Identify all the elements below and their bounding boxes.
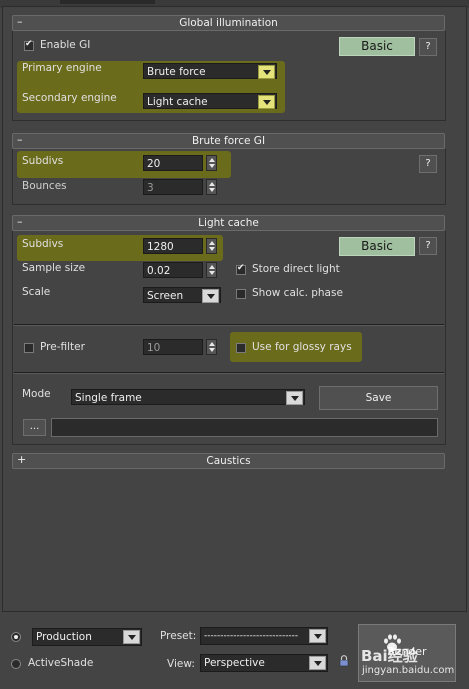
show-calc-phase-label: Show calc. phase	[252, 287, 343, 299]
mode-value: Single frame	[75, 392, 142, 404]
lc-help-button[interactable]: ?	[419, 237, 437, 255]
collapse-icon: –	[17, 133, 23, 146]
primary-engine-label: Primary engine	[22, 62, 102, 74]
top-strip-bar	[60, 0, 155, 4]
preset-label: Preset:	[160, 630, 197, 642]
watermark-brand: Bai经验	[361, 647, 418, 665]
collapse-icon: –	[17, 215, 23, 228]
activeshade-radio[interactable]	[11, 659, 21, 669]
browse-button[interactable]: ...	[23, 419, 46, 436]
bf-subdivs-value: 20	[147, 158, 161, 170]
lc-subdivs-spin-arrows[interactable]	[206, 238, 217, 254]
chevron-down-icon	[258, 65, 275, 79]
lc-subdivs-spinner[interactable]: 1280	[143, 238, 203, 254]
production-value: Production	[36, 631, 92, 643]
rollout-title: Global illumination	[179, 17, 278, 29]
divider	[14, 372, 444, 374]
scale-value: Screen	[147, 290, 184, 302]
rollout-caustics[interactable]: + Caustics	[12, 453, 445, 469]
enable-gi-checkbox[interactable]	[24, 39, 34, 51]
primary-engine-value: Brute force	[147, 66, 206, 78]
preset-dropdown[interactable]: -----------------------------	[200, 627, 328, 645]
secondary-engine-dropdown[interactable]: Light cache	[143, 93, 277, 109]
scale-dropdown[interactable]: Screen	[143, 287, 221, 303]
chevron-down-icon	[309, 629, 326, 643]
gi-basic-button[interactable]: Basic	[339, 37, 415, 56]
watermark-url: jingyan.baidu.com	[362, 665, 455, 676]
secondary-engine-label: Secondary engine	[22, 92, 117, 104]
divider	[14, 324, 444, 326]
chevron-down-icon	[309, 656, 326, 670]
lc-subdivs-value: 1280	[147, 241, 174, 253]
rollout-brute-force-gi[interactable]: – Brute force GI	[12, 133, 445, 149]
preset-value: -----------------------------	[204, 631, 299, 641]
expand-icon: +	[17, 453, 27, 466]
chevron-down-icon	[123, 630, 140, 644]
save-button[interactable]: Save	[319, 386, 438, 410]
prefilter-checkbox[interactable]	[24, 343, 34, 353]
production-radio[interactable]	[11, 632, 21, 642]
rollout-title: Caustics	[206, 455, 251, 467]
view-value: Perspective	[204, 657, 265, 669]
lc-basic-button[interactable]: Basic	[339, 237, 415, 256]
rollout-title: Light cache	[198, 217, 259, 229]
sample-size-spin-arrows[interactable]	[206, 262, 217, 278]
store-direct-light-label: Store direct light	[252, 263, 340, 275]
store-direct-light-checkbox[interactable]	[236, 263, 246, 275]
bounces-spinner[interactable]: 3	[143, 179, 203, 195]
rollout-global-illumination[interactable]: – Global illumination	[12, 15, 445, 31]
view-label: View:	[167, 658, 195, 670]
bf-subdivs-spinner[interactable]: 20	[143, 155, 203, 171]
use-glossy-rays-checkbox[interactable]	[236, 343, 246, 353]
chevron-down-icon	[286, 391, 303, 405]
bf-help-button[interactable]: ?	[419, 155, 437, 173]
view-dropdown[interactable]: Perspective	[200, 654, 328, 672]
bounces-spin-arrows[interactable]	[206, 179, 217, 195]
collapse-icon: –	[17, 15, 23, 28]
bounces-value: 3	[147, 182, 154, 194]
enable-gi-label: Enable GI	[40, 39, 91, 51]
mode-label: Mode	[22, 388, 51, 400]
activeshade-label: ActiveShade	[28, 657, 94, 669]
bf-subdivs-spin-arrows[interactable]	[206, 155, 217, 171]
gi-help-button[interactable]: ?	[419, 38, 437, 56]
chevron-down-icon	[258, 95, 275, 109]
prefilter-spin-arrows[interactable]	[206, 339, 217, 355]
prefilter-label: Pre-filter	[40, 341, 85, 353]
bounces-label: Bounces	[22, 180, 67, 192]
rollout-title: Brute force GI	[191, 135, 266, 147]
bf-subdivs-label: Subdivs	[22, 155, 64, 167]
secondary-engine-value: Light cache	[147, 96, 208, 108]
mode-dropdown[interactable]: Single frame	[71, 389, 305, 405]
production-dropdown[interactable]: Production	[32, 628, 142, 646]
prefilter-spinner[interactable]: 10	[143, 339, 203, 355]
file-path-field[interactable]	[51, 418, 438, 437]
scale-label: Scale	[22, 286, 51, 298]
chevron-down-icon	[202, 289, 219, 303]
sample-size-spinner[interactable]: 0.02	[143, 262, 203, 278]
rollout-light-cache[interactable]: – Light cache	[12, 215, 445, 231]
lc-subdivs-label: Subdivs	[22, 238, 64, 250]
lock-icon[interactable]	[339, 655, 349, 667]
primary-engine-dropdown[interactable]: Brute force	[143, 63, 277, 79]
prefilter-value: 10	[147, 342, 161, 354]
sample-size-value: 0.02	[147, 265, 171, 277]
use-glossy-rays-label: Use for glossy rays	[252, 341, 352, 353]
sample-size-label: Sample size	[22, 262, 86, 274]
show-calc-phase-checkbox[interactable]	[236, 289, 246, 299]
